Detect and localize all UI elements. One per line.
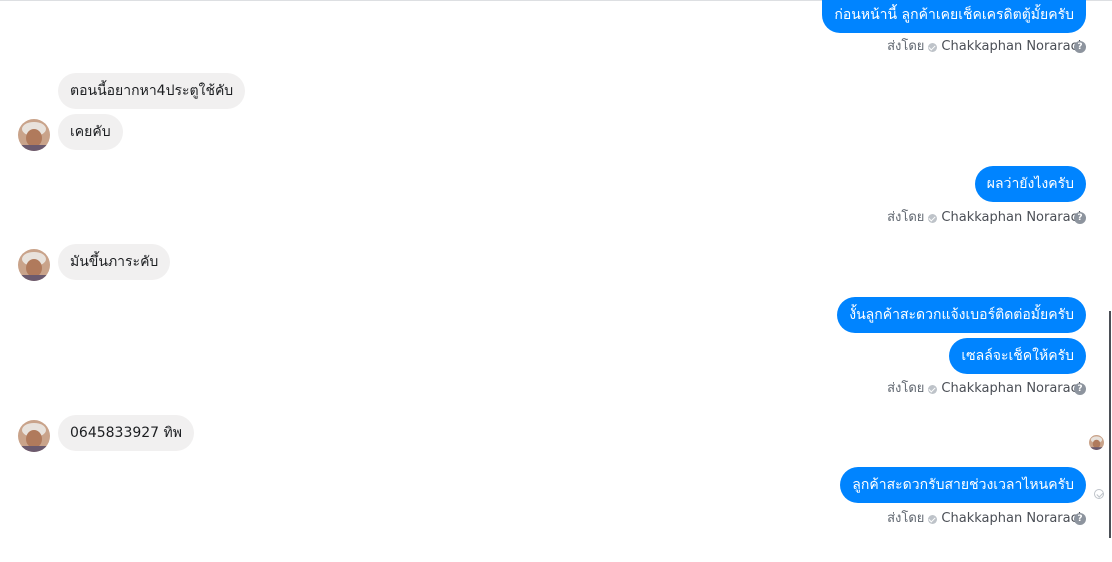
sent-by-label: ส่งโดย Chakkaphan Norarach bbox=[887, 38, 1086, 56]
scrollbar[interactable] bbox=[1109, 311, 1111, 538]
contact-avatar[interactable] bbox=[18, 249, 50, 281]
incoming-message-bubble[interactable]: เคยคับ bbox=[58, 114, 123, 150]
avatar-image bbox=[18, 119, 50, 151]
sent-by-label: ส่งโดย Chakkaphan Norarach bbox=[887, 209, 1086, 227]
sent-by-label: ส่งโดย Chakkaphan Norarach bbox=[887, 380, 1086, 398]
sent-by-label: ส่งโดย Chakkaphan Norarach bbox=[887, 510, 1086, 528]
contact-avatar[interactable] bbox=[18, 420, 50, 452]
help-icon[interactable]: ? bbox=[1074, 383, 1086, 395]
incoming-message-bubble[interactable]: มันขึ้นภาระคับ bbox=[58, 244, 171, 280]
outgoing-message-bubble[interactable]: งั้นลูกค้าสะดวกแจ้งเบอร์ติดต่อมั้ยครับ bbox=[837, 297, 1086, 333]
verified-icon bbox=[928, 213, 938, 223]
verified-icon bbox=[928, 42, 938, 52]
read-receipt-avatar bbox=[1089, 435, 1104, 450]
incoming-message-bubble[interactable]: 0645833927 ทิพ bbox=[58, 415, 194, 451]
help-icon[interactable]: ? bbox=[1074, 41, 1086, 53]
avatar-image bbox=[18, 420, 50, 452]
sent-by-prefix: ส่งโดย bbox=[887, 210, 925, 225]
sent-by-prefix: ส่งโดย bbox=[887, 511, 925, 526]
verified-icon bbox=[928, 384, 938, 394]
help-icon[interactable]: ? bbox=[1074, 513, 1086, 525]
delivered-check-icon bbox=[1094, 489, 1104, 499]
verified-icon bbox=[928, 514, 938, 524]
outgoing-message-bubble[interactable]: เซลล์จะเช็คให้ครับ bbox=[949, 338, 1086, 374]
sender-name[interactable]: Chakkaphan Norarach bbox=[941, 38, 1086, 56]
outgoing-message-bubble[interactable]: ก่อนหน้านี้ ลูกค้าเคยเช็คเครดิตตู้มั้ยคร… bbox=[822, 0, 1086, 33]
incoming-message-bubble[interactable]: ตอนนี้อยากหา4ประตูใช้คับ bbox=[58, 73, 246, 109]
help-icon[interactable]: ? bbox=[1074, 212, 1086, 224]
sender-name[interactable]: Chakkaphan Norarach bbox=[941, 380, 1086, 398]
sent-by-prefix: ส่งโดย bbox=[887, 39, 925, 54]
outgoing-message-bubble[interactable]: ผลว่ายังไงครับ bbox=[974, 166, 1086, 202]
avatar-image bbox=[1089, 435, 1104, 450]
sender-name[interactable]: Chakkaphan Norarach bbox=[941, 209, 1086, 227]
outgoing-message-bubble[interactable]: ลูกค้าสะดวกรับสายช่วงเวลาไหนครับ bbox=[840, 467, 1086, 503]
contact-avatar[interactable] bbox=[18, 119, 50, 151]
sent-by-prefix: ส่งโดย bbox=[887, 381, 925, 396]
sender-name[interactable]: Chakkaphan Norarach bbox=[941, 510, 1086, 528]
avatar-image bbox=[18, 249, 50, 281]
